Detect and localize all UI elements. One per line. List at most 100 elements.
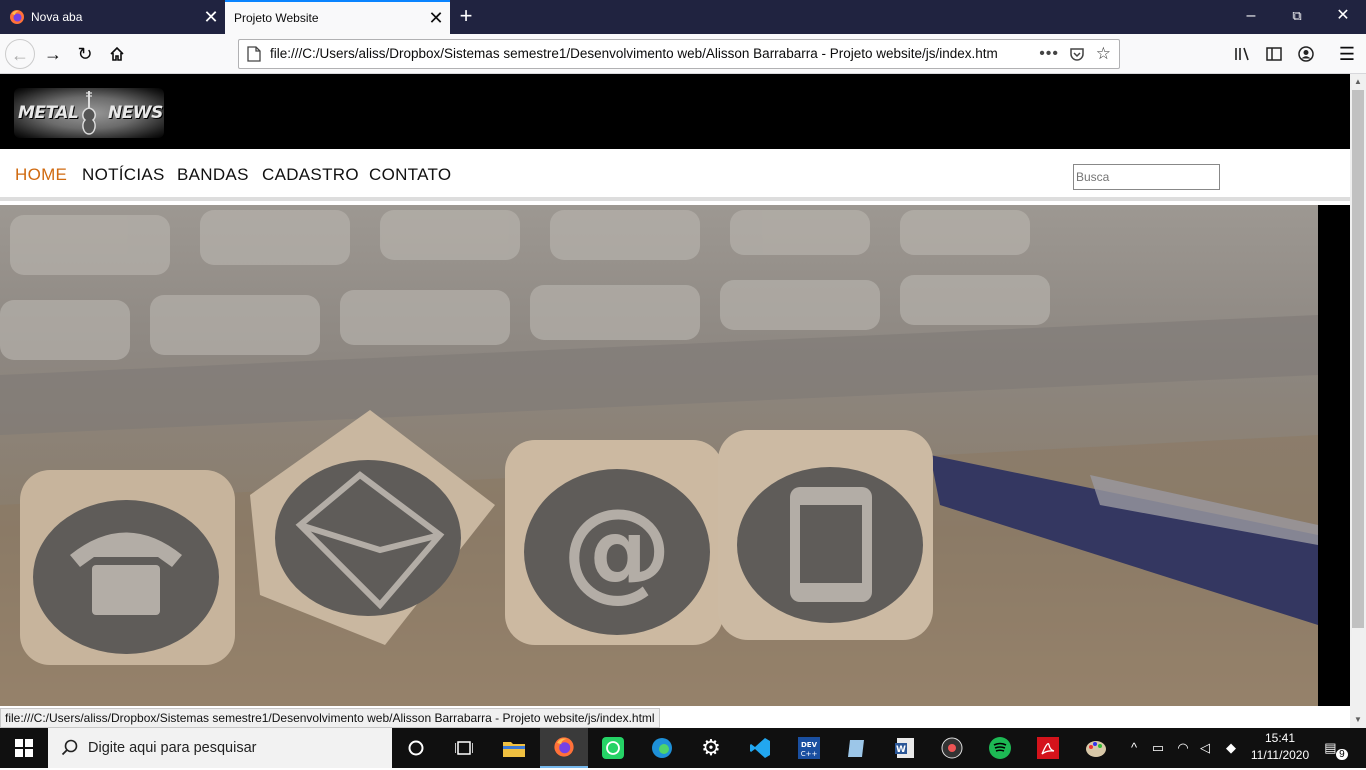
url-text[interactable]: file:///C:/Users/aliss/Dropbox/Sistemas … — [270, 40, 998, 68]
acrobat-button[interactable] — [1024, 728, 1072, 768]
battery-icon[interactable]: ▭ — [1148, 728, 1168, 768]
folder-icon — [503, 742, 525, 757]
devcpp-button[interactable]: DEV C++ — [785, 728, 833, 768]
close-tab-icon[interactable]: ✕ — [197, 8, 225, 26]
forward-button[interactable]: → — [38, 39, 68, 69]
file-explorer-button[interactable] — [490, 728, 538, 768]
svg-text:DEV: DEV — [801, 741, 818, 749]
vscode-icon — [750, 738, 770, 758]
smartphone-cube — [718, 430, 933, 640]
close-tab-icon[interactable]: ✕ — [422, 9, 450, 27]
spotify-button[interactable] — [976, 728, 1024, 768]
home-icon — [110, 46, 124, 61]
library-icon — [1235, 47, 1249, 61]
notepad-icon — [848, 740, 864, 757]
minimize-button[interactable]: – — [1228, 0, 1274, 34]
site-menu: HOME NOTÍCIAS BANDAS CADASTRO CONTATO — [0, 149, 1350, 201]
library-button[interactable] — [1228, 39, 1258, 69]
paint-icon — [1086, 741, 1106, 757]
volume-icon[interactable]: ◁ — [1196, 728, 1214, 768]
scroll-up-icon[interactable]: ▲ — [1350, 76, 1366, 88]
cortana-button[interactable] — [392, 728, 440, 768]
url-bar[interactable]: file:///C:/Users/aliss/Dropbox/Sistemas … — [238, 39, 1120, 69]
menu-item-cadastro[interactable]: CADASTRO — [262, 165, 359, 185]
search-icon — [61, 739, 78, 756]
menu-item-bandas[interactable]: BANDAS — [177, 165, 249, 185]
back-button[interactable]: ← — [5, 39, 35, 69]
pocket-icon[interactable] — [1069, 46, 1085, 62]
logo-text-left: METAL — [18, 103, 79, 123]
notification-center-button[interactable]: ▤ 9 — [1318, 728, 1358, 768]
media-player-button[interactable] — [928, 728, 976, 768]
browser-titlebar: Nova aba ✕ Projeto Website ✕ + – ⧉ ✕ — [0, 0, 1366, 34]
taskbar-search-placeholder: Digite aqui para pesquisar — [88, 740, 257, 756]
task-view-icon — [455, 741, 473, 755]
windows-taskbar: Digite aqui para pesquisar ⚙ DEV C++ W ^ … — [0, 728, 1366, 768]
notification-count: 9 — [1336, 749, 1348, 760]
guitar-icon — [82, 91, 96, 135]
notification-icon: ▤ — [1324, 740, 1337, 755]
svg-text:C++: C++ — [801, 750, 818, 758]
spotify-icon — [989, 737, 1011, 759]
status-bar: file:///C:/Users/aliss/Dropbox/Sistemas … — [0, 708, 660, 728]
start-button[interactable] — [0, 728, 48, 768]
cortana-icon — [408, 740, 424, 756]
vscode-button[interactable] — [736, 728, 784, 768]
hero-image: @ — [0, 205, 1318, 706]
settings-button[interactable]: ⚙ — [687, 728, 735, 768]
tab-projeto-website[interactable]: Projeto Website ✕ — [225, 0, 450, 34]
at-cube: @ — [505, 440, 723, 645]
reload-button[interactable]: ↻ — [70, 39, 100, 69]
menu-item-home[interactable]: HOME — [15, 165, 67, 185]
wifi-icon[interactable]: ◠ — [1172, 728, 1194, 768]
close-window-button[interactable]: ✕ — [1320, 0, 1366, 34]
dropbox-icon[interactable]: ◆ — [1220, 728, 1242, 768]
new-tab-button[interactable]: + — [452, 4, 480, 30]
firefox-icon — [10, 10, 24, 24]
sidebar-button[interactable] — [1259, 39, 1289, 69]
logo-text-right: NEWS — [108, 103, 163, 123]
page-scrollbar[interactable]: ▲ ▼ — [1350, 74, 1366, 728]
taskbar-search[interactable]: Digite aqui para pesquisar — [48, 728, 392, 768]
sidebar-icon — [1266, 47, 1282, 61]
page-actions-button[interactable]: ••• — [1039, 40, 1059, 68]
system-clock[interactable]: 15:41 11/11/2020 — [1248, 730, 1312, 764]
gear-icon: ⚙ — [701, 735, 721, 761]
menu-button[interactable]: ☰ — [1332, 39, 1362, 69]
menu-item-noticias[interactable]: NOTÍCIAS — [82, 165, 165, 185]
word-button[interactable]: W — [881, 728, 929, 768]
tab-title: Projeto Website — [234, 11, 319, 25]
clock-time: 15:41 — [1264, 731, 1296, 745]
account-icon — [1298, 46, 1314, 62]
word-icon: W — [895, 738, 914, 758]
web-page: METAL NEWS HOME NOTÍCIAS BANDAS CADASTRO… — [0, 74, 1350, 706]
svg-text:W: W — [896, 745, 906, 755]
whatsapp-button[interactable] — [589, 728, 637, 768]
menu-item-contato[interactable]: CONTATO — [369, 165, 451, 185]
tab-nova-aba[interactable]: Nova aba ✕ — [0, 0, 225, 34]
scroll-down-icon[interactable]: ▼ — [1350, 714, 1366, 726]
tab-title: Nova aba — [31, 10, 83, 24]
task-view-button[interactable] — [440, 728, 488, 768]
devcpp-icon: DEVC++ — [798, 737, 820, 759]
firefox-taskbar-button[interactable] — [540, 728, 588, 768]
restore-button[interactable]: ⧉ — [1274, 0, 1320, 34]
paint-button[interactable] — [1072, 728, 1120, 768]
windows-icon — [15, 739, 33, 757]
edge-icon — [652, 738, 672, 758]
at-sign-icon: @ — [562, 485, 672, 613]
page-icon — [247, 46, 261, 62]
clock-date: 11/11/2020 — [1250, 748, 1310, 762]
scroll-thumb[interactable] — [1352, 90, 1364, 628]
account-button[interactable] — [1291, 39, 1321, 69]
home-button[interactable] — [102, 39, 132, 69]
show-hidden-icons[interactable]: ^ — [1126, 728, 1142, 768]
bookmark-star-icon[interactable]: ☆ — [1096, 40, 1111, 68]
browser-navbar: ← → ↻ file:///C:/Users/aliss/Dropbox/Sis… — [0, 34, 1366, 74]
edge-button[interactable] — [638, 728, 686, 768]
search-input[interactable] — [1073, 164, 1220, 190]
site-logo[interactable]: METAL NEWS — [14, 88, 164, 138]
whatsapp-icon — [602, 737, 624, 759]
notepad-button[interactable] — [833, 728, 881, 768]
acrobat-icon — [1037, 737, 1059, 759]
